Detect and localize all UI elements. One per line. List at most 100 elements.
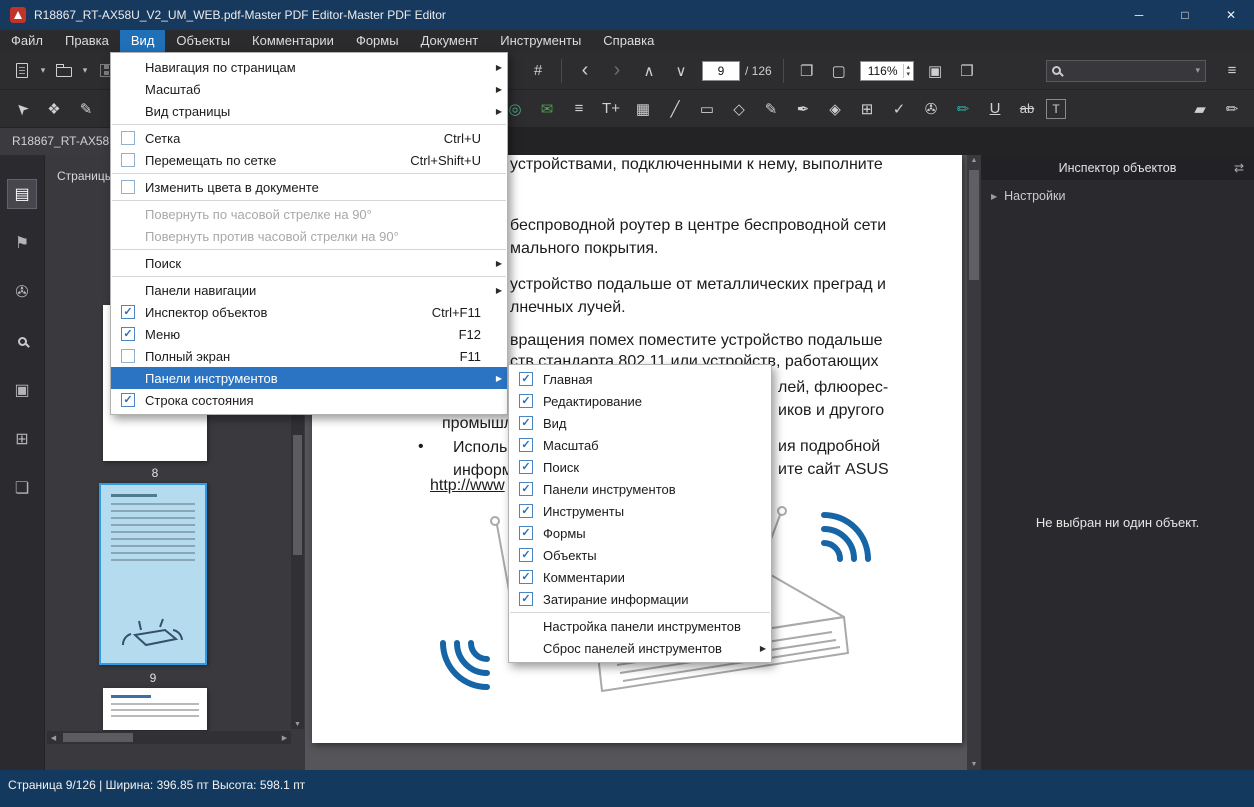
toolbars-submenu-item[interactable]: ✓Инструменты bbox=[509, 500, 771, 522]
menubar-item[interactable]: Формы bbox=[345, 30, 410, 52]
view-menu-item[interactable]: ✓МенюF12 bbox=[111, 323, 507, 345]
zoom-spinner[interactable]: ▴ ▾ bbox=[903, 64, 911, 78]
toolbars-submenu-item[interactable]: ✓Объекты bbox=[509, 544, 771, 566]
new-document-icon[interactable] bbox=[9, 58, 35, 84]
bookmarks-panel-button[interactable]: ⚑ bbox=[7, 228, 37, 258]
view-menu-item[interactable]: Полный экранF11 bbox=[111, 345, 507, 367]
zoom-control[interactable]: 116% ▴ ▾ bbox=[860, 61, 914, 81]
zoom-increase-icon[interactable]: ▴ bbox=[907, 64, 911, 71]
text-style-tool-icon[interactable]: ≡ bbox=[566, 96, 592, 122]
toolbars-submenu-item[interactable]: ✓Поиск bbox=[509, 456, 771, 478]
history-forward-icon[interactable]: › bbox=[604, 58, 630, 84]
attachments-panel-button[interactable]: ✇ bbox=[7, 277, 37, 307]
page-layout-icon[interactable]: ❐ bbox=[794, 58, 820, 84]
toolbars-submenu-item[interactable]: ✓Главная bbox=[509, 368, 771, 390]
scrollbar-thumb[interactable] bbox=[969, 170, 979, 280]
view-menu-item[interactable]: Панели инструментов▶ bbox=[111, 367, 507, 389]
toolbars-submenu-item[interactable]: ✓Редактирование bbox=[509, 390, 771, 412]
minimize-button[interactable]: ─ bbox=[1116, 0, 1162, 30]
history-back-icon[interactable]: ‹ bbox=[572, 58, 598, 84]
layers-panel-button[interactable]: ▣ bbox=[7, 375, 37, 405]
stamp-tool-icon[interactable]: ◈ bbox=[822, 96, 848, 122]
scroll-right-button[interactable]: ▶ bbox=[278, 734, 291, 742]
toolbars-submenu-item[interactable]: ✓Формы bbox=[509, 522, 771, 544]
scroll-down-button[interactable]: ▼ bbox=[967, 761, 981, 768]
toolbars-submenu-item[interactable]: ✓Вид bbox=[509, 412, 771, 434]
scrollbar-thumb[interactable] bbox=[293, 435, 302, 555]
tree-expand-icon[interactable]: ▶ bbox=[991, 192, 997, 201]
search-options-caret-icon[interactable]: ▾ bbox=[1195, 65, 1200, 76]
scroll-up-button[interactable]: ▲ bbox=[967, 157, 981, 164]
document-vertical-scrollbar[interactable]: ▲ ▼ bbox=[967, 155, 981, 770]
page-thumbnail-9-selected[interactable] bbox=[99, 483, 207, 665]
polygon-tool-icon[interactable]: ◇ bbox=[726, 96, 752, 122]
search-box[interactable]: ▾ bbox=[1046, 60, 1206, 82]
signature-tool-icon[interactable]: ✒ bbox=[790, 96, 816, 122]
copies-panel-button[interactable]: ❏ bbox=[7, 473, 37, 503]
toolbar-menu-button[interactable]: ≡ bbox=[1219, 58, 1245, 84]
scrollbar-thumb[interactable] bbox=[63, 733, 133, 742]
tree-item-settings[interactable]: ▶ Настройки bbox=[981, 180, 1254, 212]
toolbars-submenu-item[interactable]: ✓Комментарии bbox=[509, 566, 771, 588]
menubar-item[interactable]: Справка bbox=[592, 30, 665, 52]
sidebar-horizontal-scrollbar[interactable]: ◀ ▶ bbox=[47, 731, 291, 744]
document-link[interactable]: http://www bbox=[430, 477, 505, 495]
scroll-left-button[interactable]: ◀ bbox=[47, 734, 60, 742]
search-panel-button[interactable] bbox=[7, 326, 37, 356]
toolbars-submenu-item[interactable]: ✓Затирание информации bbox=[509, 588, 771, 610]
fit-width-icon[interactable]: ❒ bbox=[954, 58, 980, 84]
open-document-icon[interactable] bbox=[51, 58, 77, 84]
search-input[interactable] bbox=[1066, 63, 1190, 79]
scroll-down-button[interactable]: ▼ bbox=[291, 721, 304, 728]
fit-page-icon[interactable]: ▣ bbox=[922, 58, 948, 84]
menubar-item[interactable]: Правка bbox=[54, 30, 120, 52]
scrollbar-track[interactable] bbox=[61, 733, 277, 742]
page-number-input[interactable] bbox=[702, 61, 740, 81]
maximize-button[interactable]: □ bbox=[1162, 0, 1208, 30]
menubar-item[interactable]: Комментарии bbox=[241, 30, 345, 52]
menubar-item[interactable]: Файл bbox=[0, 30, 54, 52]
rectangle-tool-icon[interactable]: ▭ bbox=[694, 96, 720, 122]
menubar-item[interactable]: Объекты bbox=[165, 30, 241, 52]
add-text-tool-icon[interactable]: T+ bbox=[598, 96, 624, 122]
menubar-item[interactable]: Документ bbox=[410, 30, 490, 52]
edit-document-tool-icon[interactable]: ❖ bbox=[41, 96, 67, 122]
underline-tool-icon[interactable]: U bbox=[982, 96, 1008, 122]
text-box-tool-icon[interactable]: T bbox=[1046, 99, 1066, 119]
strikeout-tool-icon[interactable]: ab bbox=[1014, 96, 1040, 122]
view-menu-item[interactable]: Панели навигации▶ bbox=[111, 279, 507, 301]
menubar-item[interactable]: Инструменты bbox=[489, 30, 592, 52]
attach-file-tool-icon[interactable]: ✇ bbox=[918, 96, 944, 122]
new-document-options-icon[interactable]: ▾ bbox=[38, 58, 48, 84]
pen-tool-icon[interactable]: ✎ bbox=[758, 96, 784, 122]
crop-page-icon[interactable]: ▢ bbox=[826, 58, 852, 84]
view-menu-item[interactable]: Навигация по страницам▶ bbox=[111, 56, 507, 78]
view-menu-item[interactable]: ✓Инспектор объектовCtrl+F11 bbox=[111, 301, 507, 323]
view-menu-item[interactable]: Перемещать по сеткеCtrl+Shift+U bbox=[111, 149, 507, 171]
eraser-tool-icon[interactable]: ▰ bbox=[1187, 96, 1213, 122]
toolbars-submenu-item[interactable]: Сброс панелей инструментов▶ bbox=[509, 637, 771, 659]
view-menu-item[interactable]: ✓Строка состояния bbox=[111, 389, 507, 411]
view-menu-item[interactable]: Поиск▶ bbox=[111, 252, 507, 274]
snap-to-grid-icon[interactable]: # bbox=[525, 58, 551, 84]
check-mark-tool-icon[interactable]: ✓ bbox=[886, 96, 912, 122]
view-menu-item[interactable]: Масштаб▶ bbox=[111, 78, 507, 100]
toolbars-submenu-item[interactable]: ✓Масштаб bbox=[509, 434, 771, 456]
close-button[interactable]: ✕ bbox=[1208, 0, 1254, 30]
edit-text-tool-icon[interactable]: ✎ bbox=[73, 96, 99, 122]
toolbars-submenu-item[interactable]: Настройка панели инструментов bbox=[509, 615, 771, 637]
page-thumbnail-10[interactable] bbox=[103, 688, 207, 730]
toolbars-submenu-item[interactable]: ✓Панели инструментов bbox=[509, 478, 771, 500]
panel-detach-icon[interactable]: ⇄ bbox=[1234, 161, 1244, 175]
view-menu-item[interactable]: Вид страницы▶ bbox=[111, 100, 507, 122]
highlight-tool-icon[interactable]: ✏ bbox=[950, 96, 976, 122]
open-document-options-icon[interactable]: ▾ bbox=[80, 58, 90, 84]
next-page-icon[interactable]: ∨ bbox=[668, 58, 694, 84]
view-menu-item[interactable]: СеткаCtrl+U bbox=[111, 127, 507, 149]
form-field-tool-icon[interactable]: ⊞ bbox=[854, 96, 880, 122]
note-tool-icon[interactable]: ✉ bbox=[534, 96, 560, 122]
pages-panel-button[interactable]: ▤ bbox=[7, 179, 37, 209]
menubar-item[interactable]: Вид bbox=[120, 30, 166, 52]
brush-tool-icon[interactable]: ✏ bbox=[1219, 96, 1245, 122]
zoom-decrease-icon[interactable]: ▾ bbox=[907, 71, 911, 78]
